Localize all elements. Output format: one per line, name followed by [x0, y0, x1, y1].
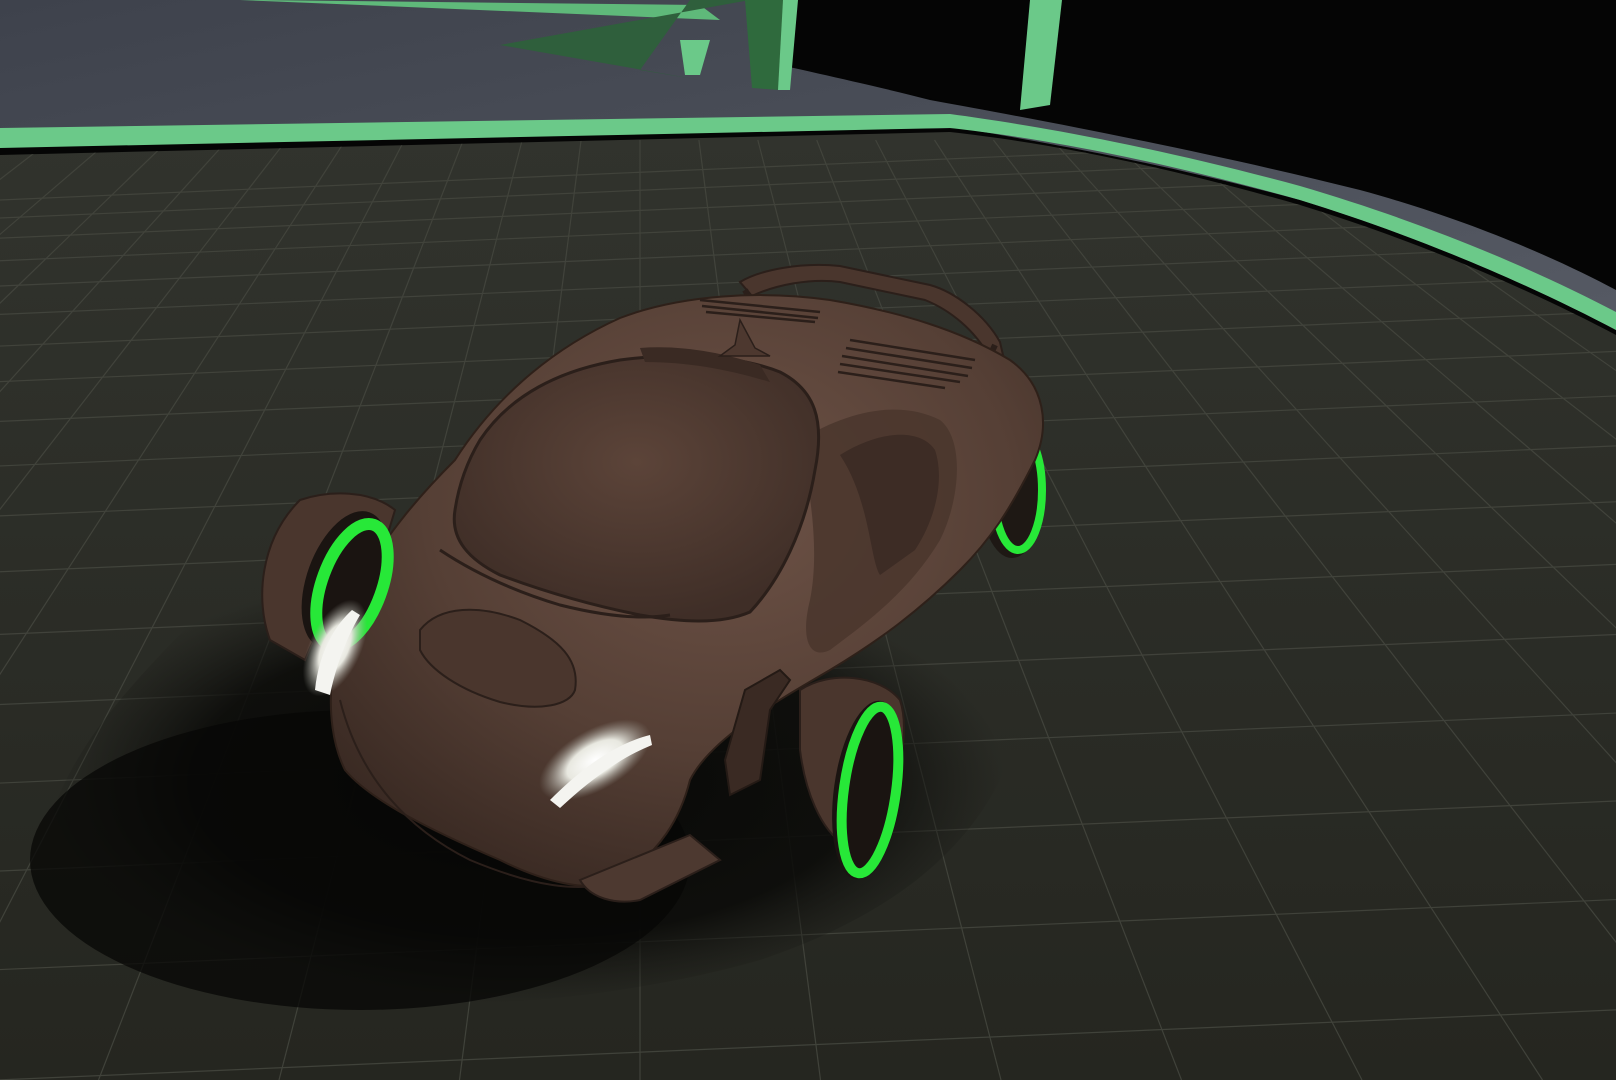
game-viewport [0, 0, 1616, 1080]
